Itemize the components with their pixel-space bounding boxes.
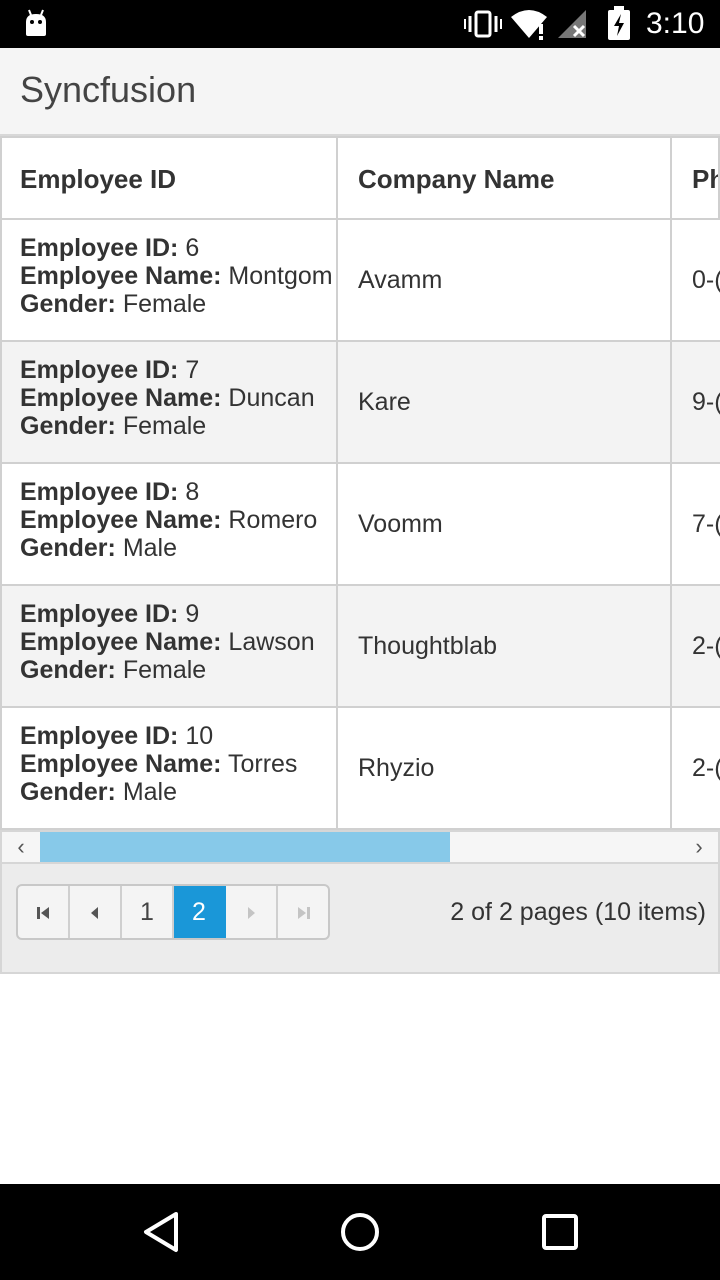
recents-icon[interactable] bbox=[538, 1210, 582, 1254]
table-row[interactable]: Employee ID: 7 Employee Name: Duncan Gen… bbox=[2, 342, 720, 464]
grid-header-row: Employee ID Company Name Ph bbox=[2, 136, 720, 220]
pager-buttons: 1 2 bbox=[16, 884, 330, 940]
table-row[interactable]: Employee ID: 9 Employee Name: Lawson Gen… bbox=[2, 586, 720, 708]
previous-page-button[interactable] bbox=[70, 886, 122, 938]
battery-icon bbox=[608, 6, 630, 40]
page-button-1[interactable]: 1 bbox=[122, 886, 174, 938]
employee-details-cell: Employee ID: 10 Employee Name: Torres Ge… bbox=[2, 708, 336, 828]
android-icon bbox=[26, 9, 46, 36]
field-label: Gender: bbox=[20, 290, 116, 318]
employee-gender-value: Female bbox=[122, 412, 207, 440]
company-name-cell: Kare bbox=[336, 342, 670, 462]
vibrate-icon bbox=[464, 10, 502, 38]
pager: 1 2 2 of 2 pages (10 items) bbox=[0, 864, 720, 974]
page-button-2[interactable]: 2 bbox=[174, 886, 226, 938]
employee-details-cell: Employee ID: 9 Employee Name: Lawson Gen… bbox=[2, 586, 336, 706]
employee-details-cell: Employee ID: 8 Employee Name: Romero Gen… bbox=[2, 464, 336, 584]
company-name-cell: Voomm bbox=[336, 464, 670, 584]
status-bar: 3:10 bbox=[0, 0, 720, 48]
company-name-cell: Avamm bbox=[336, 220, 670, 340]
field-label: Employee ID: bbox=[20, 478, 179, 506]
wifi-icon bbox=[511, 10, 547, 40]
field-label: Employee Name: bbox=[20, 262, 222, 290]
pager-info: 2 of 2 pages (10 items) bbox=[450, 898, 706, 926]
table-row[interactable]: Employee ID: 10 Employee Name: Torres Ge… bbox=[2, 708, 720, 830]
employee-id-value: 7 bbox=[185, 356, 200, 384]
navigation-bar bbox=[0, 1184, 720, 1280]
field-label: Gender: bbox=[20, 412, 116, 440]
app-bar: Syncfusion bbox=[0, 48, 720, 136]
employee-id-value: 9 bbox=[185, 600, 200, 628]
employee-details-cell: Employee ID: 7 Employee Name: Duncan Gen… bbox=[2, 342, 336, 462]
header-employee-id[interactable]: Employee ID bbox=[2, 138, 336, 220]
field-label: Gender: bbox=[20, 534, 116, 562]
scroll-left-icon[interactable]: ‹ bbox=[2, 832, 40, 862]
header-company-name[interactable]: Company Name bbox=[336, 138, 670, 220]
first-page-button[interactable] bbox=[18, 886, 70, 938]
table-row[interactable]: Employee ID: 6 Employee Name: Montgom Ge… bbox=[2, 220, 720, 342]
field-label: Employee Name: bbox=[20, 628, 222, 656]
horizontal-scrollbar[interactable]: ‹ › bbox=[0, 830, 720, 864]
last-page-icon bbox=[298, 907, 310, 920]
phone-cell: 2-( bbox=[670, 586, 720, 706]
employee-gender-value: Female bbox=[122, 290, 207, 318]
next-page-icon bbox=[248, 907, 255, 920]
phone-cell: 7-( bbox=[670, 464, 720, 584]
field-label: Employee Name: bbox=[20, 750, 222, 778]
field-label: Employee Name: bbox=[20, 506, 222, 534]
field-label: Gender: bbox=[20, 778, 116, 806]
last-page-button[interactable] bbox=[278, 886, 328, 938]
field-label: Employee ID: bbox=[20, 356, 179, 384]
employee-name-value: Montgom bbox=[228, 262, 333, 290]
company-name-cell: Rhyzio bbox=[336, 708, 670, 828]
employee-id-value: 8 bbox=[185, 478, 200, 506]
phone-cell: 2-( bbox=[670, 708, 720, 828]
field-label: Employee Name: bbox=[20, 384, 222, 412]
employee-id-value: 10 bbox=[185, 722, 214, 750]
app-title: Syncfusion bbox=[20, 69, 197, 110]
employee-name-value: Duncan bbox=[228, 384, 315, 412]
employee-name-value: Lawson bbox=[228, 628, 315, 656]
employee-gender-value: Female bbox=[122, 656, 207, 684]
signal-icon bbox=[558, 10, 586, 38]
company-name-cell: Thoughtblab bbox=[336, 586, 670, 706]
employee-gender-value: Male bbox=[122, 534, 177, 562]
employee-gender-value: Male bbox=[122, 778, 177, 806]
employee-name-value: Torres bbox=[227, 750, 298, 778]
table-row[interactable]: Employee ID: 8 Employee Name: Romero Gen… bbox=[2, 464, 720, 586]
data-grid: Employee ID Company Name Ph Employee ID:… bbox=[0, 136, 720, 830]
field-label: Employee ID: bbox=[20, 234, 179, 262]
field-label: Employee ID: bbox=[20, 722, 179, 750]
phone-cell: 0-( bbox=[670, 220, 720, 340]
header-phone[interactable]: Ph bbox=[670, 138, 720, 220]
first-page-icon bbox=[37, 907, 49, 920]
field-label: Employee ID: bbox=[20, 600, 179, 628]
phone-cell: 9-( bbox=[670, 342, 720, 462]
status-clock: 3:10 bbox=[646, 7, 705, 40]
field-label: Gender: bbox=[20, 656, 116, 684]
home-icon[interactable] bbox=[338, 1210, 382, 1254]
employee-details-cell: Employee ID: 6 Employee Name: Montgom Ge… bbox=[2, 220, 336, 340]
employee-name-value: Romero bbox=[228, 506, 318, 534]
scroll-thumb[interactable] bbox=[40, 832, 450, 862]
previous-page-icon bbox=[91, 907, 98, 920]
next-page-button[interactable] bbox=[226, 886, 278, 938]
back-icon[interactable] bbox=[140, 1210, 184, 1254]
employee-id-value: 6 bbox=[185, 234, 200, 262]
scroll-right-icon[interactable]: › bbox=[680, 832, 718, 862]
